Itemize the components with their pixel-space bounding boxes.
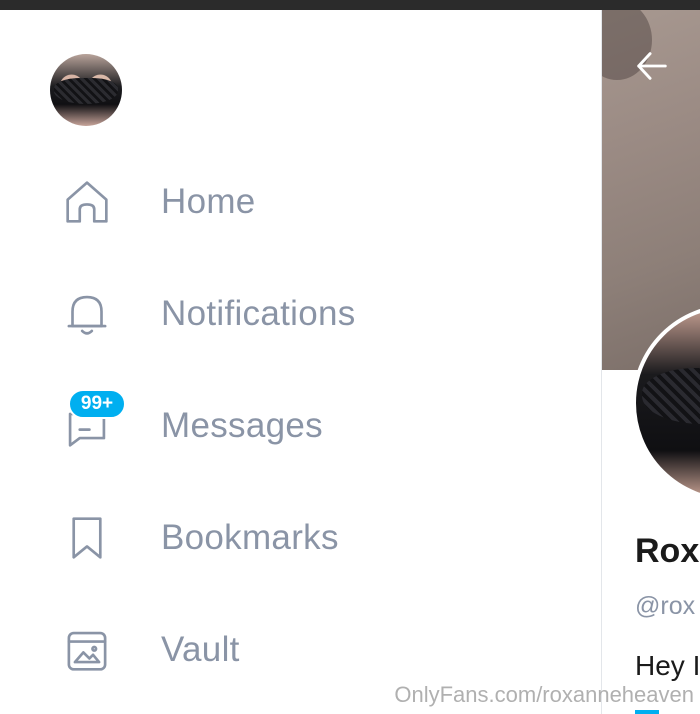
nav-label-notifications: Notifications [161,294,356,333]
profile-bio-more-link[interactable] [635,710,659,714]
top-status-bar [0,0,700,10]
nav-item-bookmarks[interactable]: Bookmarks [56,506,536,570]
side-navigation-drawer: Home Notifications 99+ Messages Bookmark… [0,10,600,714]
avatar-image-detail [54,78,118,104]
arrow-left-icon [637,52,667,80]
message-icon: 99+ [56,389,126,457]
nav-item-vault[interactable]: Vault [56,618,536,682]
messages-unread-badge: 99+ [68,389,126,419]
nav-label-messages: Messages [161,406,323,445]
profile-bio: Hey I [635,650,700,681]
bookmark-icon [56,507,118,569]
profile-handle: @rox [635,592,696,620]
bell-icon [56,283,118,345]
nav-label-vault: Vault [161,630,240,669]
watermark-text: OnlyFans.com/roxanneheaven [394,682,694,707]
nav-item-messages[interactable]: 99+ Messages [56,389,536,458]
profile-avatar-image-detail [642,368,700,424]
vault-icon [56,619,118,681]
nav-item-home[interactable]: Home [56,170,536,234]
home-icon [56,171,118,233]
back-button[interactable] [632,46,672,86]
profile-name: Rox [635,532,700,570]
profile-panel: Rox @rox Hey I [601,10,700,714]
nav-label-home: Home [161,182,256,221]
nav-item-notifications[interactable]: Notifications [56,282,536,346]
user-avatar[interactable] [50,54,122,126]
nav-label-bookmarks: Bookmarks [161,518,339,557]
